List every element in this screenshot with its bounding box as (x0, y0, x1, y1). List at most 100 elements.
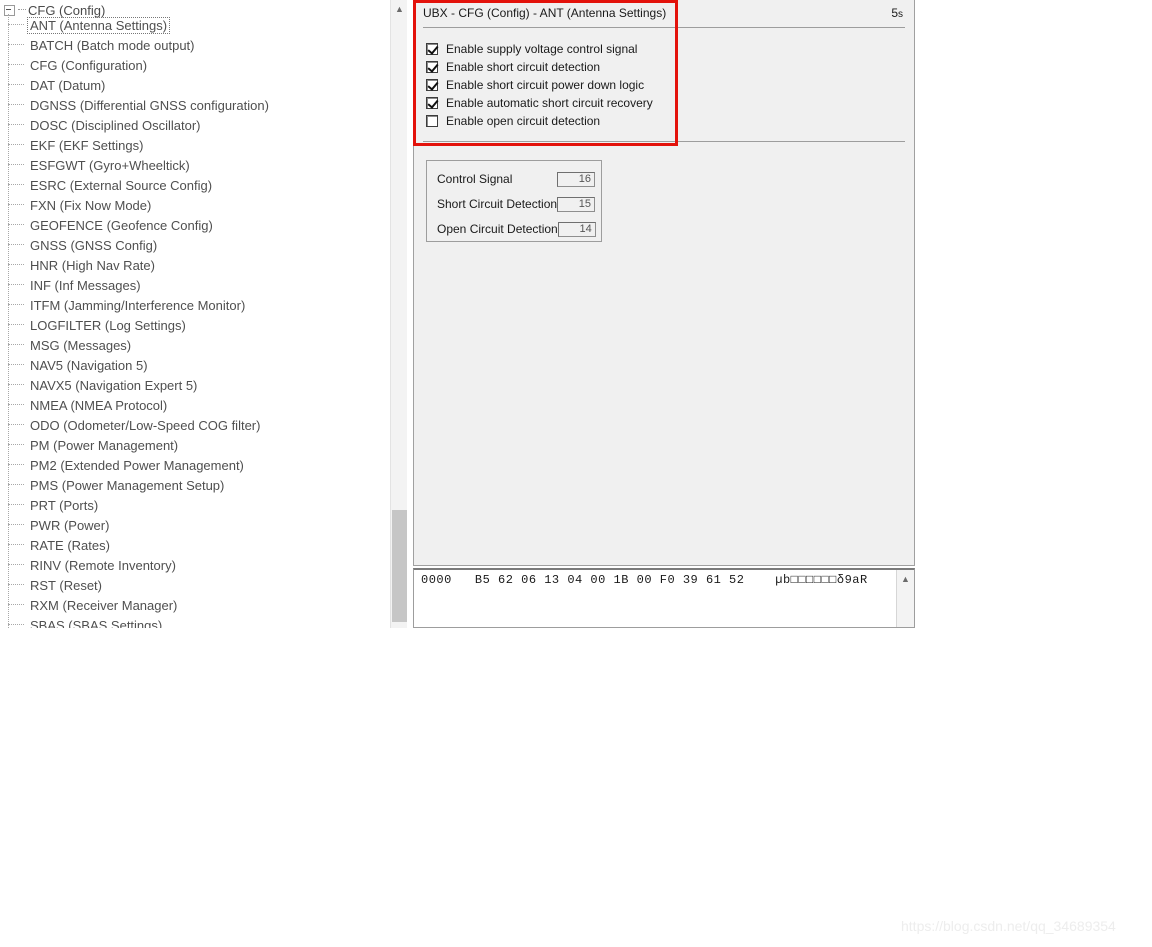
tree-item-hnr[interactable]: HNR (High Nav Rate) (8, 255, 157, 275)
tree-item-nmea[interactable]: NMEA (NMEA Protocol) (8, 395, 169, 415)
checkbox-label: Enable open circuit detection (446, 114, 601, 128)
tree-item-pm[interactable]: PM (Power Management) (8, 435, 180, 455)
pin-label: Short Circuit Detection (437, 197, 558, 211)
tree-item-label: GEOFENCE (Geofence Config) (30, 217, 213, 233)
tree-item-nav5[interactable]: NAV5 (Navigation 5) (8, 355, 150, 375)
tree-item-label: BATCH (Batch mode output) (30, 37, 195, 53)
tree-item-label: PWR (Power) (30, 517, 110, 533)
tree-item-inf[interactable]: INF (Inf Messages) (8, 275, 143, 295)
tree-connector (8, 204, 24, 206)
tree-item-label: ODO (Odometer/Low-Speed COG filter) (30, 417, 261, 433)
checkbox-checked-icon[interactable] (426, 43, 438, 55)
checkbox-checked-icon[interactable] (426, 79, 438, 91)
tree-connector (8, 64, 24, 66)
tree-item-pwr[interactable]: PWR (Power) (8, 515, 111, 535)
tree-item-fxn[interactable]: FXN (Fix Now Mode) (8, 195, 153, 215)
tree-item-label: DOSC (Disciplined Oscillator) (30, 117, 201, 133)
tree-item-odo[interactable]: ODO (Odometer/Low-Speed COG filter) (8, 415, 262, 435)
tree-item-pms[interactable]: PMS (Power Management Setup) (8, 475, 226, 495)
checkbox-checked-icon[interactable] (426, 97, 438, 109)
tree-item-rxm[interactable]: RXM (Receiver Manager) (8, 595, 179, 615)
checkbox-row-1[interactable]: Enable short circuit detection (426, 59, 600, 75)
tree-item-label: RATE (Rates) (30, 537, 110, 553)
checkbox-row-0[interactable]: Enable supply voltage control signal (426, 41, 637, 57)
checkbox-label: Enable supply voltage control signal (446, 42, 638, 56)
tree-item-cfg[interactable]: CFG (Configuration) (8, 55, 149, 75)
tree-connector (18, 9, 26, 11)
tree-connector (8, 584, 24, 586)
tree-connector (8, 404, 24, 406)
tree-item-label: ANT (Antenna Settings) (26, 16, 171, 34)
checkbox-row-3[interactable]: Enable automatic short circuit recovery (426, 95, 653, 111)
tree-item-label: ESRC (External Source Config) (30, 177, 213, 193)
tree-item-itfm[interactable]: ITFM (Jamming/Interference Monitor) (8, 295, 247, 315)
tree-item-pm2[interactable]: PM2 (Extended Power Management) (8, 455, 246, 475)
checkbox-label: Enable short circuit detection (446, 60, 601, 74)
tree-connector (8, 344, 24, 346)
tree-connector (8, 24, 24, 26)
scrollbar-thumb[interactable] (392, 510, 407, 622)
tree-item-batch[interactable]: BATCH (Batch mode output) (8, 35, 197, 55)
tree-item-ekf[interactable]: EKF (EKF Settings) (8, 135, 145, 155)
tree-item-label: EKF (EKF Settings) (30, 137, 144, 153)
message-title: UBX - CFG (Config) - ANT (Antenna Settin… (423, 6, 667, 20)
tree-item-gnss[interactable]: GNSS (GNSS Config) (8, 235, 159, 255)
checkbox-label: Enable automatic short circuit recovery (446, 96, 653, 110)
tree-item-label: SBAS (SBAS Settings) (30, 617, 163, 629)
tree-item-label: LOGFILTER (Log Settings) (30, 317, 186, 333)
tree-item-esfgwt[interactable]: ESFGWT (Gyro+Wheeltick) (8, 155, 192, 175)
tree-item-dgnss[interactable]: DGNSS (Differential GNSS configuration) (8, 95, 271, 115)
pin-value-field[interactable] (557, 171, 595, 187)
tree-item-label: NAV5 (Navigation 5) (30, 357, 148, 373)
tree-connector (8, 324, 24, 326)
tree-connector (8, 564, 24, 566)
separator-middle (423, 141, 905, 142)
tree-item-label: DGNSS (Differential GNSS configuration) (30, 97, 269, 113)
tree-item-label: MSG (Messages) (30, 337, 132, 353)
tree-item-rinv[interactable]: RINV (Remote Inventory) (8, 555, 178, 575)
tree-item-msg[interactable]: MSG (Messages) (8, 335, 133, 355)
collapse-expander-icon[interactable] (4, 4, 15, 16)
tree-item-sbas[interactable]: SBAS (SBAS Settings) (8, 615, 164, 628)
tree-item-prt[interactable]: PRT (Ports) (8, 495, 100, 515)
tree-item-label: FXN (Fix Now Mode) (30, 197, 152, 213)
tree-item-label: DAT (Datum) (30, 77, 106, 93)
tree-item-logfilter[interactable]: LOGFILTER (Log Settings) (8, 315, 188, 335)
checkbox-unchecked-icon[interactable] (426, 115, 438, 127)
checkbox-checked-icon[interactable] (426, 61, 438, 73)
pin-value-field[interactable] (557, 221, 596, 237)
tree-item-esrc[interactable]: ESRC (External Source Config) (8, 175, 214, 195)
pin-value-field[interactable] (557, 196, 596, 212)
tree-vertical-scrollbar[interactable]: ▲ (390, 0, 408, 628)
tree-connector (8, 604, 24, 606)
config-tree-panel[interactable]: CFG (Config) ANT (Antenna Settings) BATCH… (0, 0, 390, 628)
tree-connector (8, 464, 24, 466)
tree-connector (8, 164, 24, 166)
hex-dump-panel[interactable]: 0000 B5 62 06 13 04 00 1B 00 F0 39 61 52… (413, 568, 915, 628)
tree-item-label: RST (Reset) (30, 577, 102, 593)
checkbox-label: Enable short circuit power down logic (446, 78, 645, 92)
pin-row-2: Open Circuit Detection (437, 220, 596, 238)
tree-item-navx5[interactable]: NAVX5 (Navigation Expert 5) (8, 375, 199, 395)
tree-item-label: NMEA (NMEA Protocol) (30, 397, 168, 413)
checkbox-row-2[interactable]: Enable short circuit power down logic (426, 77, 644, 93)
tree-item-rst[interactable]: RST (Reset) (8, 575, 104, 595)
tree-item-dosc[interactable]: DOSC (Disciplined Oscillator) (8, 115, 202, 135)
tree-connector (8, 284, 24, 286)
tree-item-ant[interactable]: ANT (Antenna Settings) (8, 15, 171, 35)
hex-vertical-scrollbar[interactable]: ▲ (896, 570, 914, 627)
tree-item-dat[interactable]: DAT (Datum) (8, 75, 107, 95)
chevron-up-icon[interactable]: ▲ (897, 570, 914, 587)
chevron-up-icon[interactable]: ▲ (391, 0, 408, 17)
poll-rate-label: 5s (891, 6, 903, 20)
tree-item-label: PM (Power Management) (30, 437, 179, 453)
pin-label: Open Circuit Detection (437, 222, 558, 236)
tree-item-geofence[interactable]: GEOFENCE (Geofence Config) (8, 215, 215, 235)
tree-connector (8, 224, 24, 226)
tree-connector (8, 124, 24, 126)
tree-connector (8, 304, 24, 306)
tree-item-label: RINV (Remote Inventory) (30, 557, 176, 573)
checkbox-row-4[interactable]: Enable open circuit detection (426, 113, 600, 129)
tree-item-label: INF (Inf Messages) (30, 277, 141, 293)
tree-item-rate[interactable]: RATE (Rates) (8, 535, 112, 555)
